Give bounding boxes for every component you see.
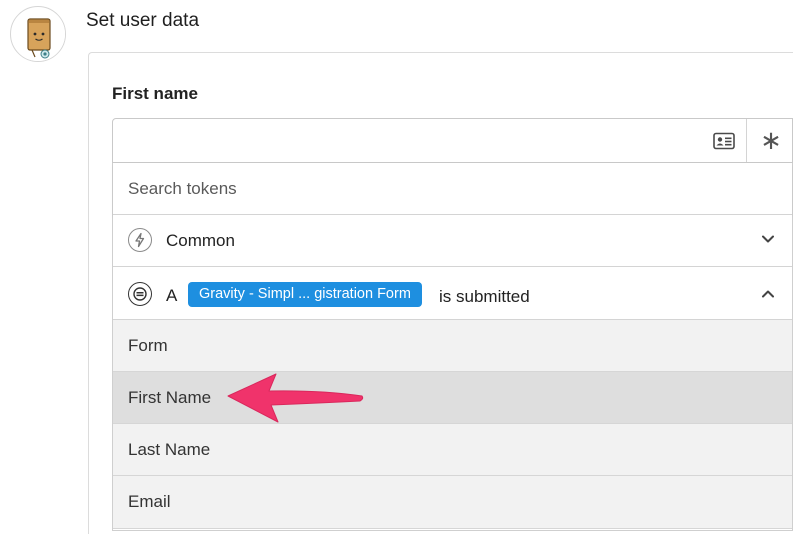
page: Set user data First name ∗ Search tokens… <box>0 0 793 534</box>
robot-icon <box>12 8 65 61</box>
field-label: First name <box>112 84 198 103</box>
search-row <box>113 163 792 215</box>
step-title: Set user data <box>86 10 200 31</box>
bot-avatar <box>10 6 66 62</box>
trigger-suffix: is submitted <box>439 287 530 306</box>
form-name-pill: Gravity - Simpl ... gistration Form <box>188 282 422 307</box>
chevron-down-icon[interactable] <box>759 230 777 248</box>
group-common[interactable]: Common <box>113 215 792 267</box>
token-item-form[interactable]: Form <box>113 320 792 372</box>
gravity-forms-icon <box>128 282 152 306</box>
input-divider <box>746 119 747 162</box>
first-name-field[interactable]: ∗ <box>112 118 793 163</box>
id-card-icon[interactable] <box>713 132 735 150</box>
search-tokens-input[interactable] <box>128 177 728 201</box>
chevron-up-icon[interactable] <box>759 285 777 303</box>
trigger-prefix: A <box>166 286 178 305</box>
token-dropdown: Common A Gravity - Simpl ... gistration … <box>112 163 793 531</box>
group-common-label: Common <box>166 231 235 250</box>
token-item-email[interactable]: Email <box>113 476 792 529</box>
token-item-last-name[interactable]: Last Name <box>113 424 792 476</box>
lightning-icon <box>128 228 152 252</box>
group-trigger[interactable]: A Gravity - Simpl ... gistration Form is… <box>113 267 792 320</box>
token-item-first-name[interactable]: First Name <box>113 372 792 424</box>
asterisk-icon[interactable]: ∗ <box>759 127 783 155</box>
